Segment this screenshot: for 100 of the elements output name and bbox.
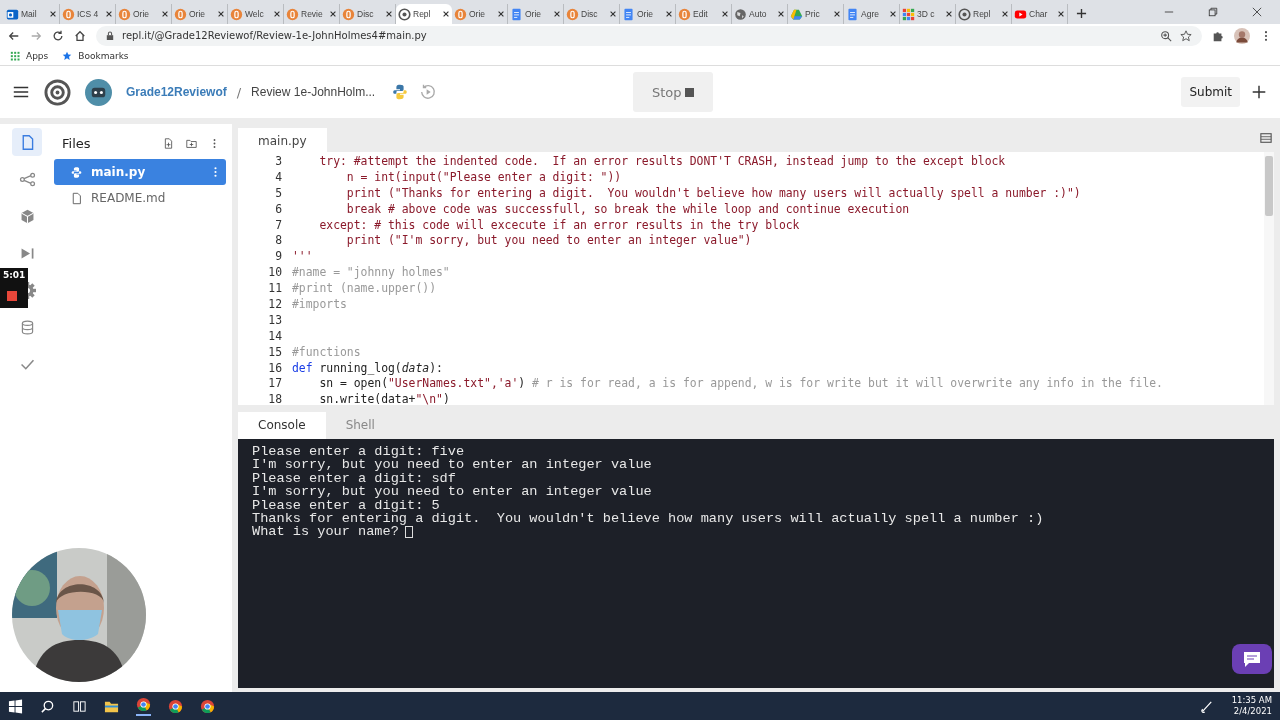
chrome-icon[interactable] — [200, 698, 215, 714]
code-line: try: #attempt the indented code. If an error results DONT'T CRASH, instead jump to the except block — [318, 153, 1006, 168]
zoom-icon[interactable] — [1160, 29, 1172, 42]
file-item[interactable]: main.py — [54, 159, 226, 185]
task-view-icon[interactable] — [72, 698, 87, 714]
robot-avatar-icon[interactable] — [85, 78, 112, 106]
close-icon[interactable] — [945, 10, 953, 18]
close-icon[interactable] — [1001, 10, 1009, 18]
file-item[interactable]: README.md — [54, 185, 226, 211]
code-line: #functions — [292, 344, 361, 359]
letter-circle-icon — [566, 7, 579, 21]
line-number: 14 — [267, 328, 283, 343]
chrome-icon[interactable] — [136, 696, 151, 716]
user-link[interactable]: Grade12Reviewof — [126, 85, 227, 99]
line-number: 8 — [274, 233, 283, 248]
project-name[interactable]: Review 1e-JohnHolm... — [251, 85, 376, 99]
code-line: except: # this code will excecute if an error results in the try block — [318, 217, 800, 232]
spiral-icon — [398, 7, 411, 21]
share-icon — [18, 170, 36, 188]
line-number: 13 — [267, 312, 283, 327]
scrollbar[interactable] — [1264, 152, 1274, 405]
stop-icon — [685, 87, 695, 97]
document-icon — [846, 7, 859, 21]
console-line: Please enter a digit: sdf — [252, 471, 456, 486]
line-number: 4 — [274, 169, 283, 184]
line-number: 10 — [267, 265, 283, 280]
line-number: 18 — [267, 392, 283, 405]
grid-icon — [902, 7, 915, 21]
stop-button[interactable]: Stop — [633, 72, 714, 112]
back-icon[interactable] — [8, 29, 20, 42]
close-icon[interactable] — [273, 10, 281, 18]
play-icon — [1014, 7, 1027, 21]
text-cursor — [404, 526, 413, 539]
console-panel[interactable] — [238, 439, 1274, 688]
code-line: n = int(input("Please enter a digit: ")) — [345, 169, 622, 184]
search-icon[interactable] — [40, 698, 55, 714]
bookmark-link[interactable]: Apps — [10, 51, 49, 61]
code-line: def running_log(data): — [292, 360, 443, 375]
close-icon[interactable] — [217, 10, 225, 18]
chat-icon[interactable] — [1232, 644, 1272, 674]
sidebar-tab[interactable] — [12, 128, 42, 156]
line-number: 12 — [267, 296, 283, 311]
letter-circle-icon — [62, 7, 75, 21]
code-line: #name = "johnny holmes" — [292, 265, 450, 280]
letter-circle-icon — [342, 7, 355, 21]
restore-icon[interactable] — [1208, 7, 1218, 17]
new-folder-icon[interactable] — [186, 138, 197, 149]
editor-tab[interactable]: main.py — [238, 128, 327, 152]
scroll-thumb[interactable] — [1265, 156, 1273, 216]
windows-start-icon[interactable] — [8, 698, 23, 714]
code-line: break # above code was successfull, so break the while loop and continue execution — [345, 201, 910, 216]
close-icon[interactable] — [1252, 7, 1262, 17]
spiral-logo-icon[interactable] — [44, 78, 71, 106]
close-icon[interactable] — [721, 10, 729, 18]
spiral-icon — [958, 7, 971, 21]
star-icon — [62, 51, 73, 61]
close-icon[interactable] — [442, 10, 450, 18]
close-icon[interactable] — [1057, 10, 1065, 18]
document-icon — [510, 7, 523, 21]
browser-tab[interactable]: Repl — [396, 4, 452, 24]
letter-circle-icon — [118, 7, 131, 21]
console-line: Thanks for entering a digit. You wouldn't believe how many users will actually spell a number :) — [252, 511, 1044, 526]
close-icon[interactable] — [385, 10, 393, 18]
new-tab-icon[interactable] — [1076, 8, 1087, 19]
line-number: 7 — [274, 217, 283, 232]
home-icon[interactable] — [74, 29, 86, 42]
close-icon[interactable] — [889, 10, 897, 18]
close-icon[interactable] — [49, 10, 57, 18]
line-number: 6 — [274, 201, 283, 216]
close-icon[interactable] — [665, 10, 673, 18]
star-icon[interactable] — [1180, 29, 1192, 42]
line-number: 16 — [267, 360, 283, 375]
console-tab[interactable]: Console — [238, 412, 326, 439]
close-icon[interactable] — [329, 10, 337, 18]
path-separator: / — [236, 84, 242, 100]
code-line: sn.write(data+"\n") — [318, 392, 450, 405]
address-field[interactable]: repl.it/@Grade12Reviewof/Review-1e-JohnHolmes4#main.py — [96, 25, 1202, 46]
chrome-icon[interactable] — [168, 698, 183, 714]
puzzle-icon[interactable] — [1212, 29, 1224, 42]
close-icon[interactable] — [777, 10, 785, 18]
clock-time: 11:35 AM — [1231, 695, 1272, 706]
close-icon[interactable] — [553, 10, 561, 18]
submit-button[interactable]: Submit — [1181, 77, 1240, 107]
reload-icon[interactable] — [52, 29, 64, 42]
file-icon — [70, 191, 83, 205]
letter-circle-icon — [454, 7, 467, 21]
letter-circle-icon — [678, 7, 691, 21]
bookmark-link[interactable]: Bookmarks — [62, 51, 129, 61]
close-icon[interactable] — [497, 10, 505, 18]
layout-icon[interactable] — [1260, 132, 1272, 144]
line-number: 11 — [267, 281, 283, 296]
more-icon[interactable] — [213, 166, 218, 178]
add-icon[interactable] — [1250, 83, 1268, 101]
close-icon[interactable] — [105, 10, 113, 18]
close-icon[interactable] — [161, 10, 169, 18]
line-number: 3 — [274, 153, 283, 168]
close-icon[interactable] — [609, 10, 617, 18]
new-file-icon[interactable] — [163, 138, 174, 149]
avatar-icon[interactable] — [1234, 27, 1250, 44]
close-icon[interactable] — [833, 10, 841, 18]
